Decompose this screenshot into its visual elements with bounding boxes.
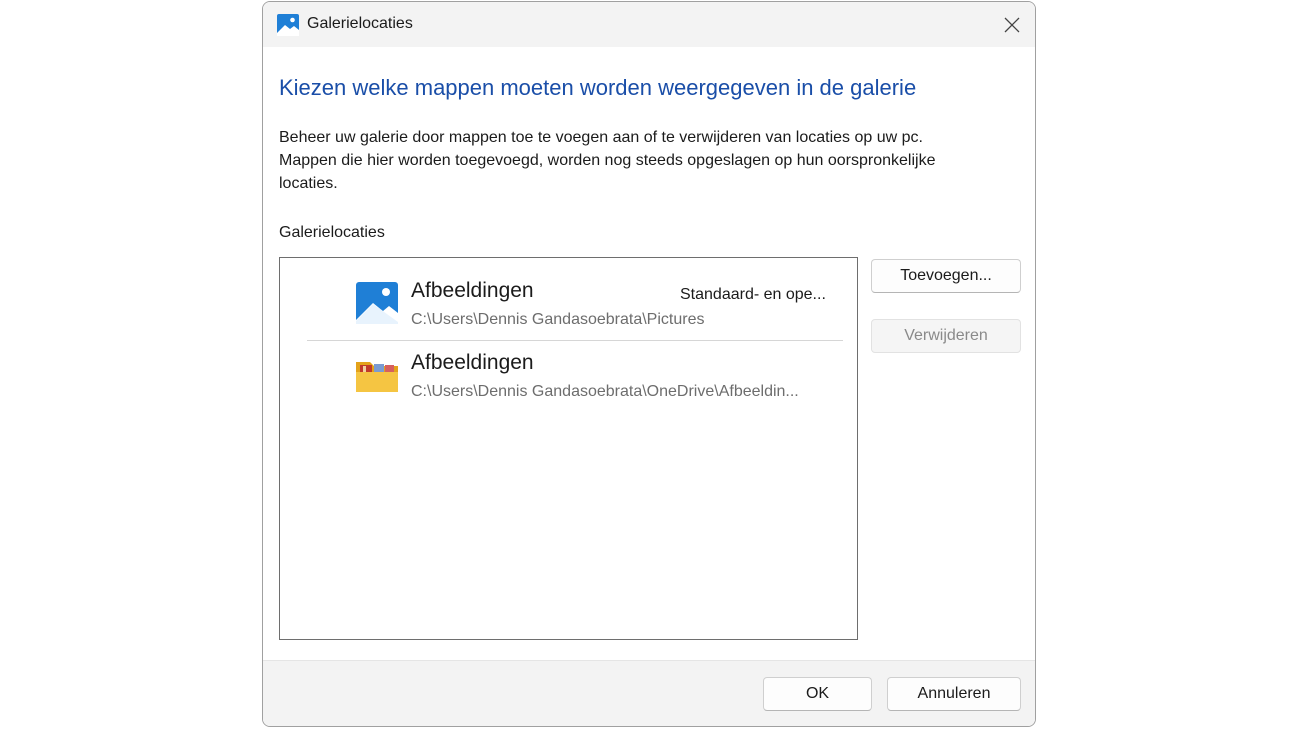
dialog-heading: Kiezen welke mappen moeten worden weerge…	[279, 75, 917, 100]
description-line: locaties.	[279, 175, 338, 192]
location-name: Afbeeldingen	[411, 279, 534, 302]
remove-button[interactable]: Verwijderen	[871, 319, 1021, 353]
location-path: C:\Users\Dennis Gandasoebrata\Pictures	[411, 311, 705, 328]
window-title: Galerielocaties	[307, 15, 413, 32]
close-icon	[1004, 17, 1020, 32]
title-bar[interactable]: Galerielocaties	[263, 2, 1035, 47]
description-line: Mappen die hier worden toegevoegd, worde…	[279, 152, 936, 169]
cancel-button[interactable]: Annuleren	[887, 677, 1021, 711]
gallery-locations-list[interactable]: Afbeeldingen Standaard- en ope... C:\Use…	[279, 257, 858, 640]
list-item-pictures[interactable]: Afbeeldingen Standaard- en ope... C:\Use…	[280, 258, 857, 341]
description-line: Beheer uw galerie door mappen toe te voe…	[279, 129, 923, 146]
gallery-locations-dialog: Galerielocaties Kiezen welke mappen moet…	[262, 1, 1036, 727]
add-button[interactable]: Toevoegen...	[871, 259, 1021, 293]
pictures-library-icon	[356, 282, 398, 324]
list-item-onedrive-pictures[interactable]: Afbeeldingen C:\Users\Dennis Gandasoebra…	[280, 330, 857, 402]
dialog-footer: OK Annuleren	[263, 660, 1035, 726]
location-path: C:\Users\Dennis Gandasoebrata\OneDrive\A…	[411, 383, 799, 400]
folder-icon	[356, 362, 398, 392]
location-tag: Standaard- en ope...	[680, 286, 826, 303]
location-name: Afbeeldingen	[411, 351, 534, 374]
gallery-icon	[277, 14, 299, 36]
close-button[interactable]	[989, 2, 1035, 47]
list-label: Galerielocaties	[279, 224, 385, 241]
ok-button[interactable]: OK	[763, 677, 872, 711]
dialog-description: Beheer uw galerie door mappen toe te voe…	[279, 126, 1024, 195]
